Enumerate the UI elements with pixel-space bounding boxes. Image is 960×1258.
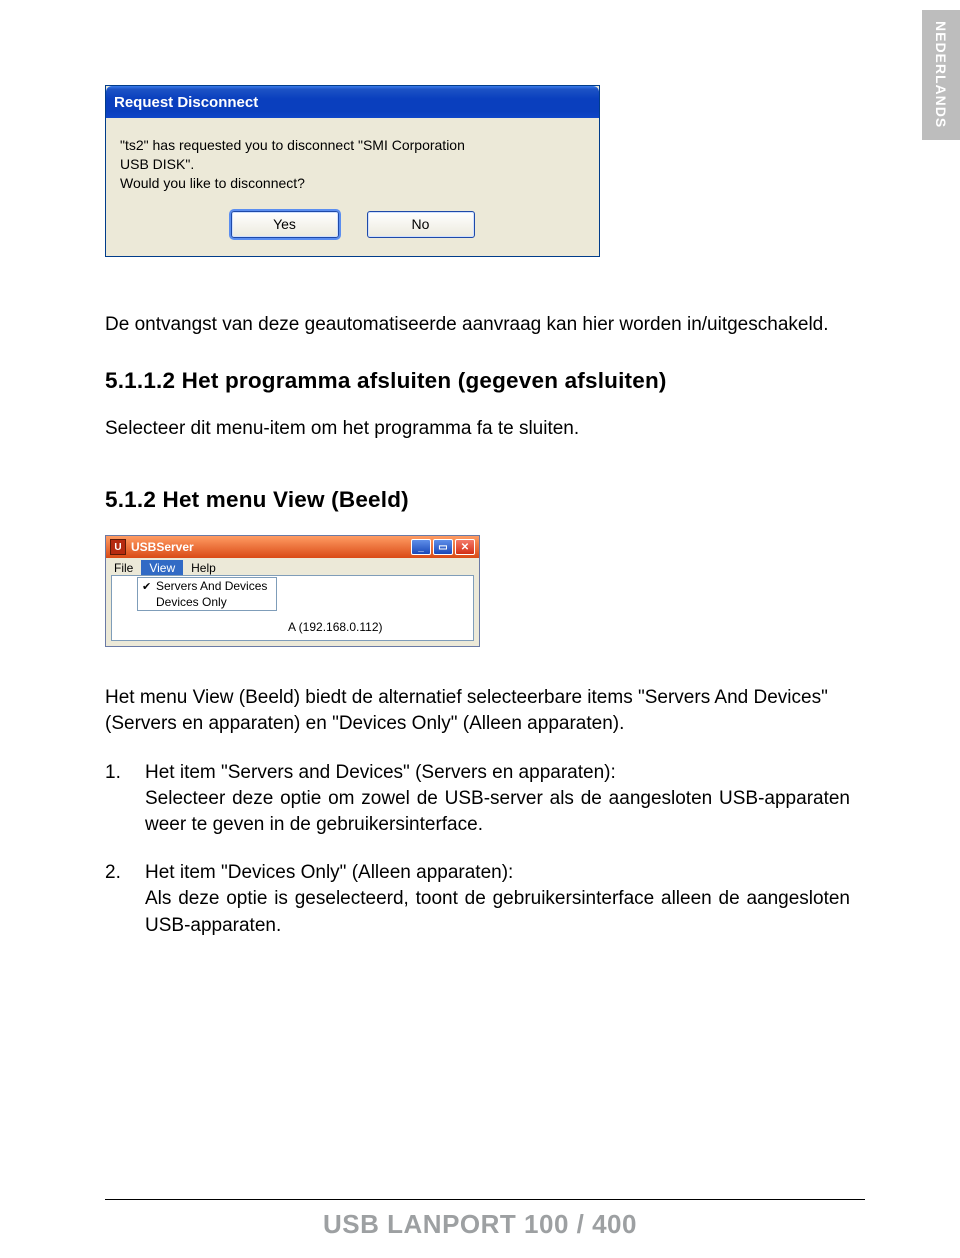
list-item: 2. Het item "Devices Only" (Alleen appar… (105, 860, 850, 939)
dialog-message-line1: "ts2" has requested you to disconnect "S… (120, 136, 585, 155)
maximize-button[interactable]: ▭ (433, 539, 453, 555)
list-item-title: Het item "Devices Only" (Alleen apparate… (145, 862, 513, 883)
list-number: 2. (105, 860, 145, 939)
menu-help[interactable]: Help (183, 560, 224, 576)
yes-button[interactable]: Yes (231, 211, 339, 238)
no-button[interactable]: No (367, 211, 475, 238)
request-disconnect-dialog: Request Disconnect "ts2" has requested y… (105, 85, 600, 257)
list-number: 1. (105, 760, 145, 839)
dialog-titlebar[interactable]: Request Disconnect (106, 86, 599, 118)
usbserver-title-text: USBServer (131, 540, 194, 554)
language-label: NEDERLANDS (933, 21, 949, 128)
view-menu-description-block: Het menu View (Beeld) biedt de alternati… (105, 685, 850, 737)
view-menu-description: Het menu View (Beeld) biedt de alternati… (105, 685, 850, 737)
menu-option-label: Devices Only (156, 595, 227, 609)
check-icon: ✔ (142, 580, 156, 593)
list-item: 1. Het item "Servers and Devices" (Serve… (105, 760, 850, 839)
list-item-body: Als deze optie is geselecteerd, toont de… (145, 888, 850, 935)
list-item-body: Selecteer deze optie om zowel de USB-ser… (145, 788, 850, 835)
dialog-message-line2: USB DISK". (120, 155, 585, 174)
menu-option-label: Servers And Devices (156, 579, 267, 593)
menu-file[interactable]: File (106, 560, 141, 576)
menu-option-servers-and-devices[interactable]: ✔ Servers And Devices (138, 578, 276, 594)
dialog-message-line3: Would you like to disconnect? (120, 174, 585, 193)
minimize-button[interactable]: _ (411, 539, 431, 555)
usbserver-window: U USBServer _ ▭ ✕ File View Help ✔ Serve… (105, 535, 480, 647)
usbserver-titlebar[interactable]: U USBServer _ ▭ ✕ (106, 536, 479, 558)
section-5-1-1-2-title: 5.1.1.2 Het programma afsluiten (gegeven… (105, 368, 850, 394)
usbserver-app-icon: U (110, 539, 126, 555)
language-side-tab: NEDERLANDS (922, 10, 960, 140)
menu-view[interactable]: View (141, 560, 183, 576)
dialog-body: "ts2" has requested you to disconnect "S… (106, 118, 599, 199)
list-item-title: Het item "Servers and Devices" (Servers … (145, 762, 616, 783)
numbered-list: 1. Het item "Servers and Devices" (Serve… (105, 760, 850, 939)
footer-divider (105, 1199, 865, 1200)
menu-option-devices-only[interactable]: Devices Only (138, 594, 276, 610)
section-5-1-2-title: 5.1.2 Het menu View (Beeld) (105, 487, 850, 513)
close-button[interactable]: ✕ (455, 539, 475, 555)
intro-paragraph: De ontvangst van deze geautomatiseerde a… (105, 312, 850, 338)
page-container: Request Disconnect "ts2" has requested y… (0, 0, 960, 1001)
section-5-1-1-2-body: Selecteer dit menu-item om het programma… (105, 416, 850, 442)
dialog-button-row: Yes No (106, 199, 599, 256)
footer-product-name: USB LANPORT 100 / 400 (0, 1209, 960, 1240)
dialog-title: Request Disconnect (114, 94, 258, 111)
view-menu-dropdown: ✔ Servers And Devices Devices Only (137, 577, 277, 611)
body-text-block: De ontvangst van deze geautomatiseerde a… (105, 312, 850, 513)
server-node-label[interactable]: A (192.168.0.112) (288, 616, 383, 634)
